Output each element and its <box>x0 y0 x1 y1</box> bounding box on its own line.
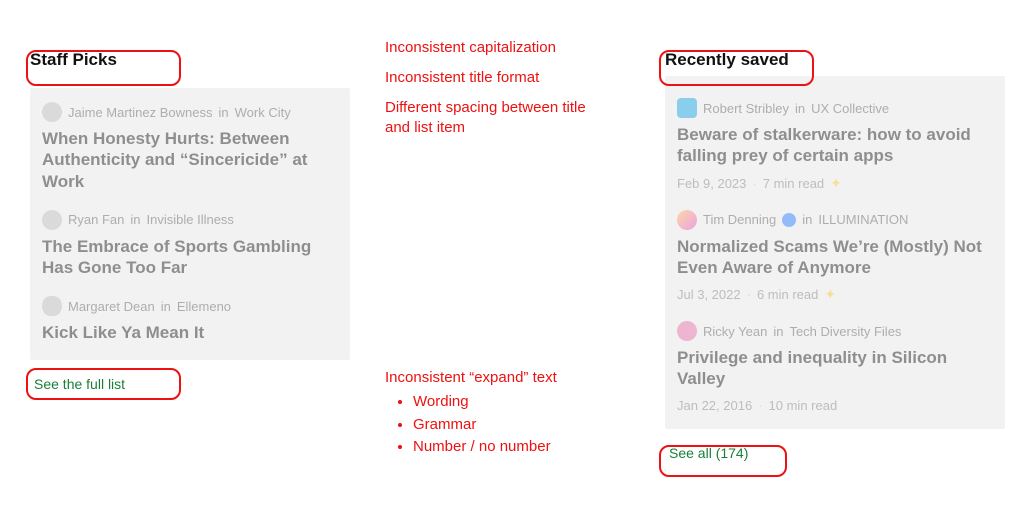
date: Jul 3, 2022 <box>677 287 741 302</box>
read-time: 7 min read <box>763 176 824 191</box>
member-star-icon: ✦ <box>824 286 836 303</box>
author-name: Tim Denning <box>703 212 776 227</box>
byline: Jaime Martinez Bowness in Work City <box>42 102 338 122</box>
avatar-icon <box>42 296 62 316</box>
annotation-list-item: Wording <box>413 392 625 412</box>
publication-name: Tech Diversity Files <box>789 324 901 339</box>
see-all-link[interactable]: See all (174) <box>665 443 752 463</box>
publication-name: UX Collective <box>811 101 889 116</box>
annotation-block: Inconsistent “expand” text Wording Gramm… <box>385 368 625 459</box>
byline: Tim Denning in ILLUMINATION <box>677 210 993 230</box>
article-title[interactable]: When Honesty Hurts: Between Authenticity… <box>42 128 338 192</box>
in-label: in <box>795 101 805 116</box>
article-title[interactable]: Kick Like Ya Mean It <box>42 322 338 343</box>
in-label: in <box>773 324 783 339</box>
byline: Ryan Fan in Invisible Illness <box>42 210 338 230</box>
list-item[interactable]: Ricky Yean in Tech Diversity Files Privi… <box>677 321 993 413</box>
byline: Robert Stribley in UX Collective <box>677 98 993 118</box>
avatar-icon <box>677 321 697 341</box>
author-name: Margaret Dean <box>68 299 155 314</box>
recently-saved-title: Recently saved <box>665 50 1005 70</box>
dot-separator: · <box>752 176 756 191</box>
recently-saved-panel: Robert Stribley in UX Collective Beware … <box>665 76 1005 429</box>
recently-saved-section: Recently saved Robert Stribley in UX Col… <box>665 50 1005 463</box>
annotation-list-item: Number / no number <box>413 437 625 457</box>
annotation-list: Wording Grammar Number / no number <box>413 392 625 457</box>
in-label: in <box>219 105 229 120</box>
article-meta: Feb 9, 2023 · 7 min read ✦ <box>677 175 993 192</box>
in-label: in <box>130 212 140 227</box>
list-item[interactable]: Jaime Martinez Bowness in Work City When… <box>42 102 338 192</box>
article-title[interactable]: Normalized Scams We’re (Mostly) Not Even… <box>677 236 993 279</box>
annotation-text: Inconsistent “expand” text <box>385 368 625 388</box>
author-name: Ricky Yean <box>703 324 767 339</box>
publication-name: Invisible Illness <box>147 212 234 227</box>
annotation-list-item: Grammar <box>413 415 625 435</box>
author-name: Robert Stribley <box>703 101 789 116</box>
publication-name: Work City <box>235 105 291 120</box>
byline: Margaret Dean in Ellemeno <box>42 296 338 316</box>
article-meta: Jan 22, 2016 · 10 min read <box>677 398 993 413</box>
avatar-icon <box>677 210 697 230</box>
annotation-text: Inconsistent title format <box>385 68 539 88</box>
annotation-text: Inconsistent capitalization <box>385 38 556 58</box>
see-full-list-link[interactable]: See the full list <box>30 374 129 394</box>
author-name: Jaime Martinez Bowness <box>68 105 213 120</box>
author-name: Ryan Fan <box>68 212 124 227</box>
read-time: 6 min read <box>757 287 818 302</box>
read-time: 10 min read <box>769 398 838 413</box>
avatar-icon <box>42 210 62 230</box>
member-star-icon: ✦ <box>830 175 842 192</box>
staff-picks-section: Staff Picks Jaime Martinez Bowness in Wo… <box>30 50 350 394</box>
list-item[interactable]: Robert Stribley in UX Collective Beware … <box>677 98 993 192</box>
date: Jan 22, 2016 <box>677 398 752 413</box>
byline: Ricky Yean in Tech Diversity Files <box>677 321 993 341</box>
verified-badge-icon <box>782 213 796 227</box>
annotation-text: Different spacing between title and list… <box>385 98 605 139</box>
avatar-icon <box>677 98 697 118</box>
in-label: in <box>161 299 171 314</box>
dot-separator: · <box>758 398 762 413</box>
in-label: in <box>802 212 812 227</box>
avatar-icon <box>42 102 62 122</box>
list-item[interactable]: Tim Denning in ILLUMINATION Normalized S… <box>677 210 993 304</box>
article-meta: Jul 3, 2022 · 6 min read ✦ <box>677 286 993 303</box>
staff-picks-panel: Jaime Martinez Bowness in Work City When… <box>30 88 350 360</box>
article-title[interactable]: Privilege and inequality in Silicon Vall… <box>677 347 993 390</box>
publication-name: Ellemeno <box>177 299 231 314</box>
article-title[interactable]: The Embrace of Sports Gambling Has Gone … <box>42 236 338 279</box>
staff-picks-title: Staff Picks <box>30 50 350 70</box>
article-title[interactable]: Beware of stalkerware: how to avoid fall… <box>677 124 993 167</box>
list-item[interactable]: Ryan Fan in Invisible Illness The Embrac… <box>42 210 338 279</box>
date: Feb 9, 2023 <box>677 176 746 191</box>
dot-separator: · <box>747 287 751 302</box>
list-item[interactable]: Margaret Dean in Ellemeno Kick Like Ya M… <box>42 296 338 343</box>
publication-name: ILLUMINATION <box>818 212 908 227</box>
